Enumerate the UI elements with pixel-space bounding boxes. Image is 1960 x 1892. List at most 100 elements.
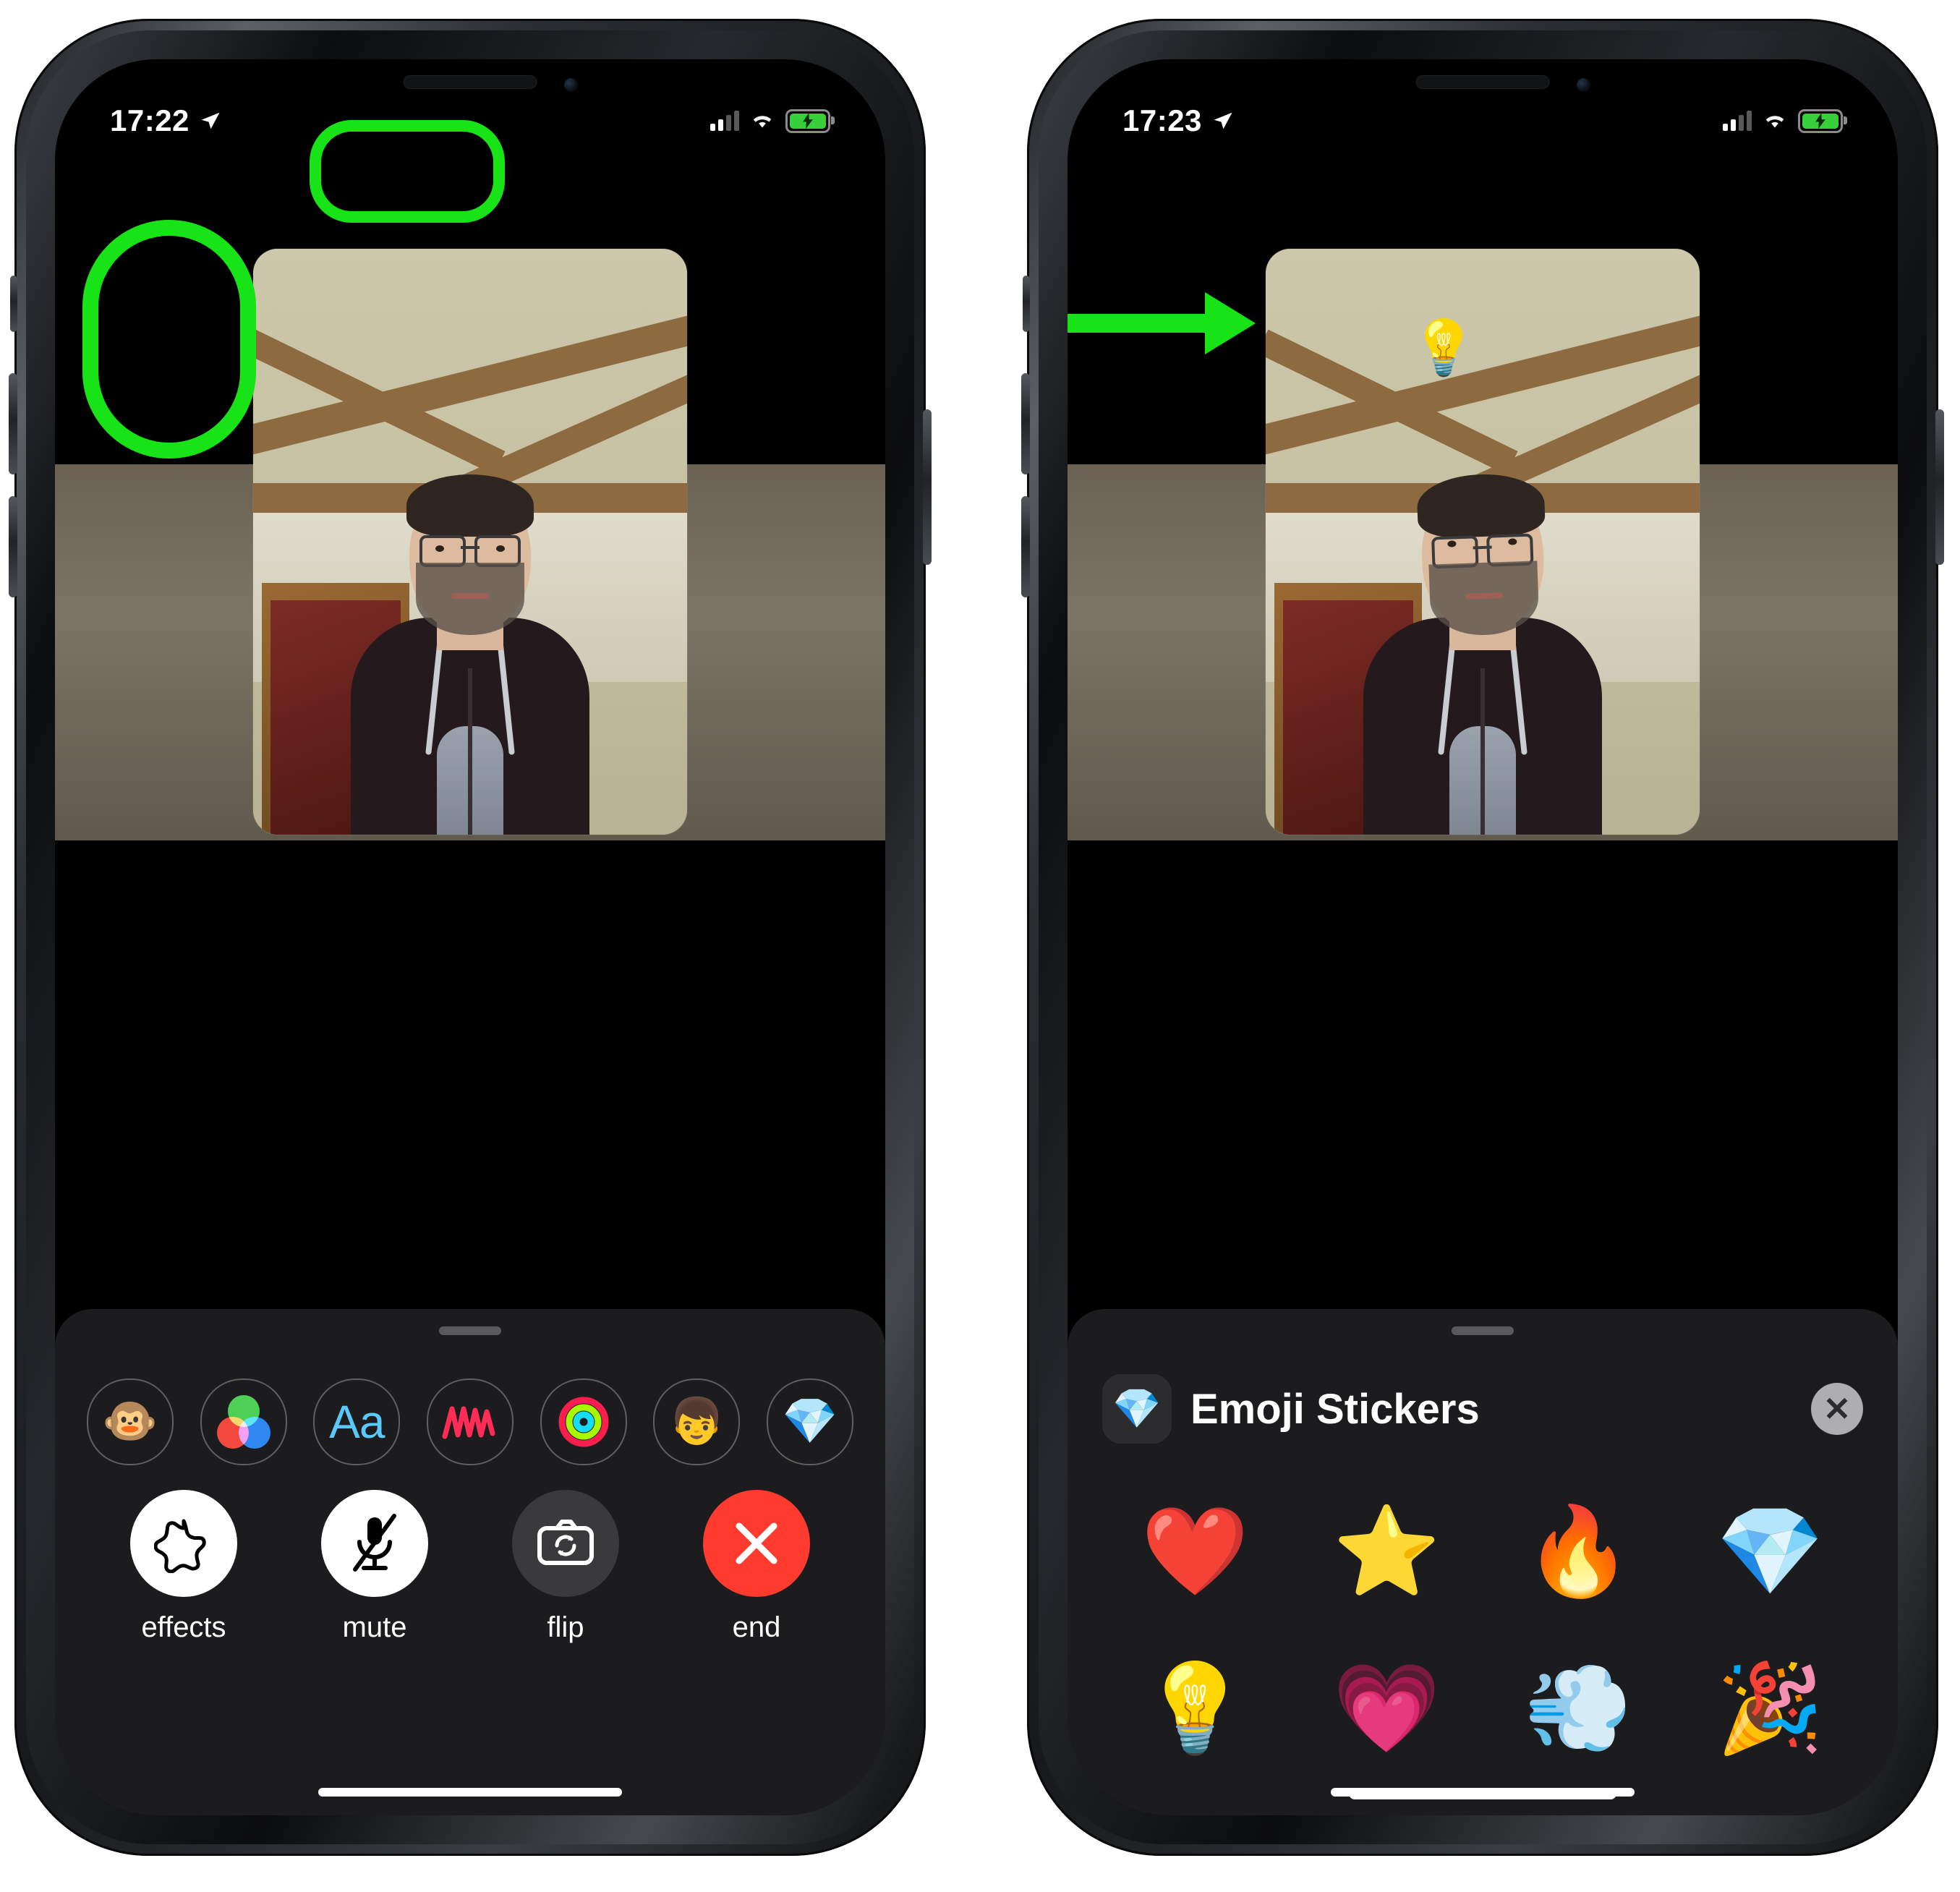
location-arrow-icon [1214, 112, 1232, 129]
end-call-button[interactable] [703, 1490, 810, 1597]
beard [416, 563, 524, 635]
device-bezel: 17:23 💡 💎 Emoji Stickers ✕ ❤️ ⭐ 🔥 💎 💡 💗 … [1039, 30, 1927, 1844]
flip-label: flip [547, 1611, 584, 1643]
device-screen-right: 17:23 💡 💎 Emoji Stickers ✕ ❤️ ⭐ 🔥 💎 💡 💗 … [1068, 59, 1898, 1815]
cellular-signal-icon [710, 111, 739, 131]
flip-control[interactable]: flip [511, 1490, 620, 1644]
hoodie-torso [1363, 618, 1602, 835]
memoji-effect-button[interactable]: 🐵 [87, 1378, 174, 1465]
activity-stickers-button[interactable] [540, 1378, 627, 1465]
status-left-group: 17:22 [110, 106, 221, 136]
hoodie-drawstring [496, 632, 515, 755]
emoji-stickers-icon: 💎 [782, 1397, 838, 1446]
sticker-panel-title: Emoji Stickers [1190, 1385, 1480, 1433]
hoodie-zipper [468, 668, 472, 835]
status-time: 17:23 [1122, 103, 1202, 137]
status-right-group [710, 108, 835, 133]
ceiling-beam [253, 330, 506, 476]
hoodie-zipper [1480, 668, 1485, 835]
mute-switch[interactable] [10, 276, 17, 332]
effects-button[interactable] [130, 1490, 237, 1597]
mute-switch[interactable] [1023, 276, 1030, 332]
light-bulb-sticker[interactable]: 💡 [1141, 1665, 1249, 1752]
memoji-stickers-button[interactable]: 👦 [653, 1378, 741, 1465]
earpiece-speaker-icon [403, 75, 537, 89]
volume-up-button[interactable] [1021, 373, 1030, 474]
hoodie-drawstring [1509, 632, 1527, 755]
annotation-arrow [1068, 292, 1256, 354]
location-arrow-icon [201, 112, 220, 129]
status-bar-right: 17:23 [1068, 103, 1898, 139]
gem-sticker[interactable]: 💎 [1716, 1508, 1824, 1595]
battery-charging-icon [1798, 108, 1847, 133]
sheet-grabber[interactable] [439, 1326, 501, 1335]
person-portrait [1363, 472, 1602, 835]
volume-up-button[interactable] [9, 373, 17, 474]
status-left-group: 17:23 [1122, 106, 1234, 136]
power-button[interactable] [923, 409, 932, 565]
front-camera-icon [1577, 78, 1590, 92]
iphone-device-right: 17:23 💡 💎 Emoji Stickers ✕ ❤️ ⭐ 🔥 💎 💡 💗 … [1021, 19, 1944, 1856]
local-preview-video[interactable] [253, 249, 687, 835]
head [406, 474, 534, 635]
front-camera-icon [564, 78, 578, 92]
mouth [451, 593, 489, 599]
person-portrait [351, 474, 589, 835]
party-popper-sticker[interactable]: 🎉 [1716, 1665, 1824, 1752]
eye-right [496, 545, 505, 552]
red-heart-sticker[interactable]: ❤️ [1141, 1508, 1249, 1595]
mute-control[interactable]: mute [320, 1490, 429, 1644]
effects-control[interactable]: effects [129, 1490, 238, 1644]
fire-sticker[interactable]: 🔥 [1525, 1508, 1632, 1595]
volume-down-button[interactable] [1021, 496, 1030, 597]
placed-light-bulb[interactable]: 💡 [1410, 321, 1477, 375]
call-controls-row: effects mute flip end [55, 1490, 885, 1644]
emoji-stickers-icon: 💎 [1102, 1374, 1172, 1444]
room-background [253, 249, 687, 835]
power-button[interactable] [1935, 409, 1944, 565]
wifi-icon [1765, 116, 1784, 128]
star-sticker[interactable]: ⭐ [1333, 1508, 1441, 1595]
glasses-bridge [461, 546, 480, 549]
end-label: end [732, 1611, 781, 1643]
sheet-grabber[interactable] [1452, 1326, 1514, 1335]
camera-flip-icon [537, 1520, 594, 1565]
mute-label: mute [342, 1611, 407, 1643]
emoji-sticker-grid[interactable]: ❤️ ⭐ 🔥 💎 💡 💗 💨 🎉 [1068, 1473, 1898, 1786]
effects-tray: 🐵 Aa 👦 💎 [55, 1378, 885, 1465]
text-effect-button[interactable]: Aa [313, 1378, 401, 1465]
head [1416, 472, 1546, 637]
earpiece-speaker-icon [1415, 75, 1550, 89]
hair [1416, 472, 1546, 540]
device-screen-left: 17:22 🐵 Aa 👦 💎 effects mute flip end [55, 59, 885, 1815]
flip-camera-button[interactable] [512, 1490, 619, 1597]
monkey-face-icon: 🐵 [102, 1397, 158, 1446]
memoji-stickers-icon: 👦 [668, 1397, 725, 1446]
annotation-box-sticker-group [310, 120, 505, 223]
shapes-effect-button[interactable] [426, 1378, 514, 1465]
room-background [1266, 249, 1700, 835]
dash-cloud-sticker[interactable]: 💨 [1525, 1665, 1632, 1752]
charging-bolt-icon [803, 113, 813, 129]
effects-star-icon [154, 1519, 206, 1573]
charging-bolt-icon [1815, 113, 1825, 129]
end-control[interactable]: end [702, 1490, 811, 1644]
hoodie-drawstring [425, 632, 444, 755]
status-time: 17:22 [110, 103, 189, 137]
hair [406, 474, 534, 537]
emoji-stickers-button[interactable]: 💎 [766, 1378, 853, 1465]
local-preview-video[interactable]: 💡 [1266, 249, 1700, 835]
close-icon[interactable]: ✕ [1811, 1383, 1863, 1435]
effects-label: effects [141, 1611, 226, 1643]
mute-button[interactable] [321, 1490, 428, 1597]
close-x-icon [736, 1522, 777, 1564]
home-indicator[interactable] [318, 1788, 622, 1797]
filters-effect-button[interactable] [200, 1378, 287, 1465]
volume-down-button[interactable] [9, 496, 17, 597]
hoodie-torso [351, 618, 589, 835]
wifi-icon [753, 116, 772, 128]
home-indicator[interactable] [1331, 1788, 1635, 1797]
pink-heart-sticker[interactable]: 💗 [1333, 1665, 1441, 1752]
activity-rings-icon [558, 1397, 609, 1447]
microphone-muted-icon [353, 1514, 396, 1572]
